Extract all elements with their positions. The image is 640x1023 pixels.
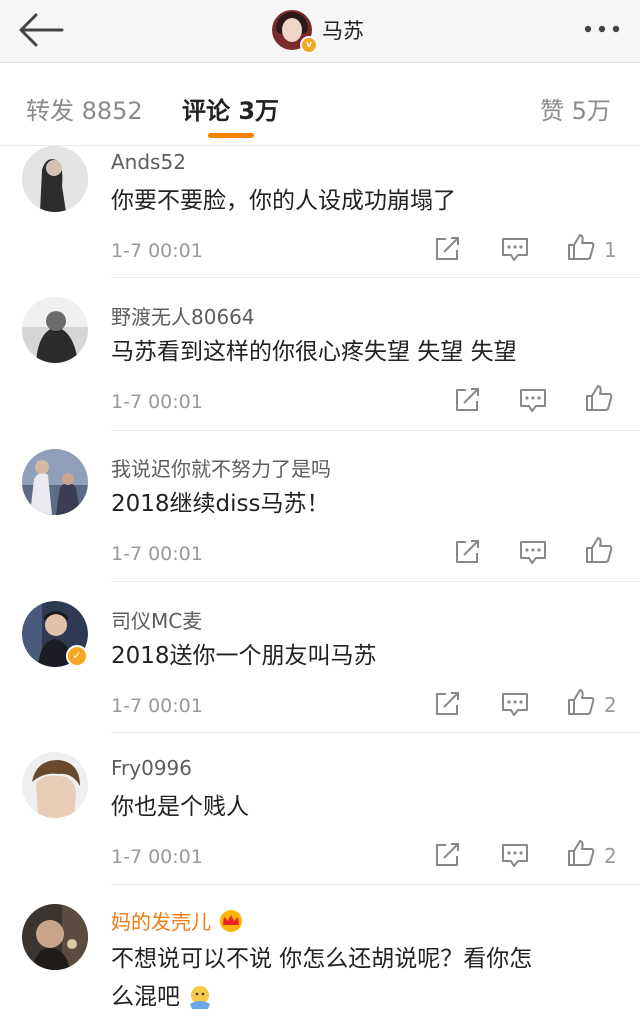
comment-time: 1-7 00:01 xyxy=(111,846,203,868)
comment-author[interactable]: 我说迟你就不努力了是吗 xyxy=(111,453,331,482)
tab-repost[interactable]: 转发 8852 xyxy=(26,91,143,126)
avatar[interactable]: ✓ xyxy=(22,601,88,667)
share-edit-icon[interactable] xyxy=(432,234,462,264)
like-count: 2 xyxy=(604,844,617,868)
crown-vip-icon xyxy=(220,909,242,932)
active-tab-indicator xyxy=(208,133,254,138)
avatar[interactable] xyxy=(22,297,88,363)
divider xyxy=(111,277,640,278)
tab-comment[interactable]: 评论 3万 xyxy=(182,91,279,126)
like-count: 1 xyxy=(604,238,617,262)
avatar-face xyxy=(282,18,302,42)
share-edit-icon[interactable] xyxy=(452,385,482,415)
top-bar: v 马苏 xyxy=(0,0,640,63)
back-arrow-icon[interactable] xyxy=(18,12,64,48)
comment-author[interactable]: Fry0996 xyxy=(111,756,192,780)
comment-item: ✓ 司仪MC麦 2018送你一个朋友叫马苏 1-7 00:01 2 xyxy=(0,601,640,733)
reply-comment-icon[interactable] xyxy=(500,840,530,870)
like-count: 2 xyxy=(604,693,617,717)
comment-time: 1-7 00:01 xyxy=(111,391,203,413)
like-thumb-icon[interactable] xyxy=(566,838,596,868)
share-edit-icon[interactable] xyxy=(452,537,482,567)
comment-text: 马苏看到这样的你很心疼失望 失望 失望 xyxy=(111,339,517,365)
page-title: 马苏 xyxy=(322,19,364,43)
comment-text: 你也是个贱人 xyxy=(111,794,249,820)
comment-time: 1-7 00:01 xyxy=(111,695,203,717)
avatar[interactable] xyxy=(22,449,88,515)
verified-badge-icon: v xyxy=(300,36,318,54)
avatar[interactable] xyxy=(22,146,88,212)
comment-item: 妈的发壳儿 不想说可以不说 你怎么还胡说呢？看你怎 么混吧 xyxy=(0,904,640,1023)
comment-text: 不想说可以不说 你怎么还胡说呢？看你怎 xyxy=(111,946,533,972)
like-thumb-icon[interactable] xyxy=(566,687,596,717)
comment-author-row: 妈的发壳儿 xyxy=(111,906,245,935)
tab-bar: 转发 8852 评论 3万 赞 5万 xyxy=(0,63,640,146)
comment-author[interactable]: Ands52 xyxy=(111,150,186,174)
comment-text: 你要不要脸，你的人设成功崩塌了 xyxy=(111,188,456,214)
comment-text: 2018继续diss马苏！ xyxy=(111,491,330,517)
tab-like[interactable]: 赞 5万 xyxy=(540,91,611,126)
divider xyxy=(111,581,640,582)
reply-comment-icon[interactable] xyxy=(500,689,530,719)
like-thumb-icon[interactable] xyxy=(584,535,614,565)
comment-author[interactable]: 野渡无人80664 xyxy=(111,301,255,330)
reply-comment-icon[interactable] xyxy=(500,234,530,264)
more-dots-icon[interactable] xyxy=(582,22,622,36)
like-thumb-icon[interactable] xyxy=(566,232,596,262)
comment-author[interactable]: 司仪MC麦 xyxy=(111,605,202,634)
divider xyxy=(111,732,640,733)
share-edit-icon[interactable] xyxy=(432,840,462,870)
divider xyxy=(111,884,640,885)
reply-comment-icon[interactable] xyxy=(518,537,548,567)
divider xyxy=(111,430,640,431)
comment-text-line2: 么混吧 xyxy=(111,978,214,1016)
comment-time: 1-7 00:01 xyxy=(111,543,203,565)
verified-badge-icon: ✓ xyxy=(66,645,88,667)
comment-time: 1-7 00:01 xyxy=(111,240,203,262)
comment-text: 么混吧 xyxy=(111,984,180,1010)
comment-author[interactable]: 妈的发壳儿 xyxy=(111,906,211,935)
comment-item: Ands52 你要不要脸，你的人设成功崩塌了 1-7 00:01 1 xyxy=(0,146,640,278)
avatar[interactable] xyxy=(22,752,88,818)
like-thumb-icon[interactable] xyxy=(584,383,614,413)
reply-comment-icon[interactable] xyxy=(518,385,548,415)
comment-item: 野渡无人80664 马苏看到这样的你很心疼失望 失望 失望 1-7 00:01 xyxy=(0,297,640,431)
header-title-group[interactable]: v 马苏 xyxy=(272,8,364,54)
emoji-icon xyxy=(190,986,210,1009)
comment-item: 我说迟你就不努力了是吗 2018继续diss马苏！ 1-7 00:01 xyxy=(0,449,640,582)
avatar[interactable] xyxy=(22,904,88,970)
comment-text: 2018送你一个朋友叫马苏 xyxy=(111,643,377,669)
share-edit-icon[interactable] xyxy=(432,689,462,719)
comment-item: Fry0996 你也是个贱人 1-7 00:01 2 xyxy=(0,752,640,885)
